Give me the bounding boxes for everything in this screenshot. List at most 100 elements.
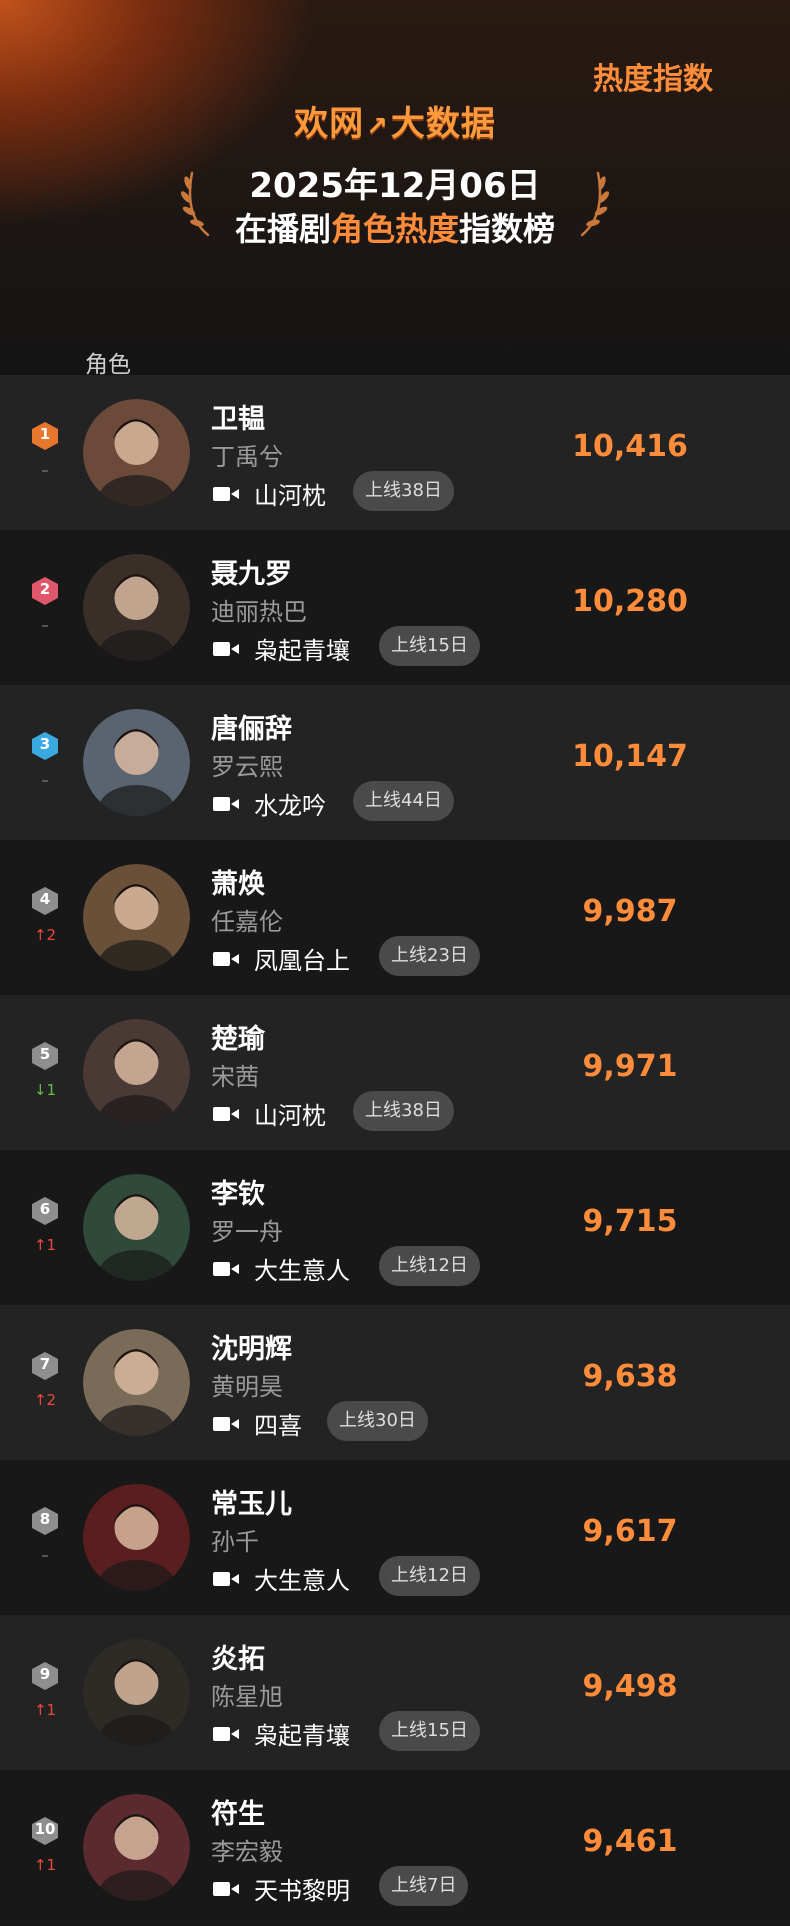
character-name: 沈明辉 (211, 1334, 292, 1365)
ranking-row[interactable]: 7 ↑2 沈明辉黄明昊四喜 上线30日 9,638 (0, 1305, 790, 1460)
heat-index: 9,461 (582, 1824, 678, 1859)
ranking-row[interactable]: 4 ↑2 萧焕 任嘉伦 凤凰台上 上线23日 9,987 (0, 840, 790, 995)
heat-index: 10,147 (572, 739, 688, 774)
days-online-badge: 上线38日 (353, 1091, 454, 1131)
drama-title[interactable]: 山河枕 (254, 476, 326, 511)
rank-number: 5 (39, 1045, 51, 1063)
video-camera-icon (213, 1262, 239, 1276)
avatar (83, 709, 190, 816)
heat-index: 9,971 (582, 1049, 678, 1084)
rank-change-arrow-icon: ↑ (33, 1856, 47, 1874)
rank-number: 4 (39, 890, 51, 908)
rank-change-value: – (41, 771, 49, 789)
ranking-row[interactable]: 2 – 聂九罗迪丽热巴枭起青壤 上线15日 10,280 (0, 530, 790, 685)
drama-title[interactable]: 枭起青壤 (254, 1716, 350, 1751)
ranking-row[interactable]: 8 – 常玉儿 孙千 大生意人 上线12日 9,617 (0, 1460, 790, 1615)
rank-change-value: 2 (46, 1391, 57, 1409)
rank-change-value: – (41, 1546, 49, 1564)
character-name: 萧焕 (211, 869, 265, 900)
rank-change-arrow-icon: ↓ (33, 1081, 47, 1099)
column-header-role: 角色 (85, 352, 131, 378)
days-online-badge: 上线30日 (327, 1401, 428, 1441)
actor-name: 黄明昊 (211, 1373, 283, 1401)
days-online-badge: 上线12日 (379, 1246, 480, 1286)
drama-title[interactable]: 天书黎明 (254, 1871, 350, 1906)
heat-index: 9,987 (582, 894, 678, 929)
character-name: 卫韫 (211, 404, 265, 435)
days-online-badge: 上线15日 (379, 626, 480, 666)
rank-change: ↑1 (28, 1236, 62, 1254)
character-name: 聂九罗 (211, 559, 292, 590)
rank-change: – (28, 461, 62, 479)
actor-name: 罗一舟 (211, 1218, 283, 1246)
avatar (83, 1794, 190, 1901)
ranking-row[interactable]: 9 ↑1 炎拓 陈星旭 枭起青壤 上线15日 9,498 (0, 1615, 790, 1770)
avatar (83, 1174, 190, 1281)
rank-change-value: 1 (46, 1081, 57, 1099)
ranking-row[interactable]: 1 – 卫韫 丁禹兮 山河枕 上线38日 10,416 (0, 375, 790, 530)
video-camera-icon (213, 1572, 239, 1586)
video-camera-icon (213, 797, 239, 811)
actor-name: 孙千 (211, 1528, 259, 1556)
title-post: 指数榜 (459, 210, 556, 248)
rank-number: 6 (39, 1200, 51, 1218)
rank-number: 2 (39, 580, 51, 598)
rank-change-value: 1 (46, 1236, 57, 1254)
video-camera-icon (213, 1107, 239, 1121)
ranking-row[interactable]: 5 ↓1 楚瑜 宋茜 山河枕 上线38日 9,971 (0, 995, 790, 1150)
days-online-badge: 上线44日 (353, 781, 454, 821)
avatar (83, 1329, 190, 1436)
rank-change: ↓1 (28, 1081, 62, 1099)
video-camera-icon (213, 1727, 239, 1741)
actor-name: 迪丽热巴 (211, 598, 307, 626)
rank-change: – (28, 771, 62, 789)
rank-number: 8 (39, 1510, 51, 1528)
character-name: 常玉儿 (211, 1489, 292, 1520)
drama-title[interactable]: 大生意人 (254, 1561, 350, 1596)
avatar (83, 1639, 190, 1746)
heat-index: 9,498 (582, 1669, 678, 1704)
ranking-row[interactable]: 10 ↑1 符生 李宏毅 天书黎明 上线7日 9,461 (0, 1770, 790, 1925)
rank-change-arrow-icon: ↑ (33, 926, 47, 944)
laurel-right-icon (580, 171, 610, 237)
drama-title[interactable]: 四喜 (254, 1406, 302, 1441)
heat-index: 9,638 (582, 1359, 678, 1394)
ranking-row[interactable]: 6 ↑1 李钦 罗一舟 大生意人 上线12日 9,715 (0, 1150, 790, 1305)
trend-arrow-icon: ↗ (366, 112, 389, 142)
drama-title[interactable]: 水龙吟 (254, 786, 326, 821)
rank-change: ↑1 (28, 1856, 62, 1874)
heat-index: 10,416 (572, 429, 688, 464)
header-banner: 欢网↗大数据 2025年12月06日 在播剧角色热度指数榜 角色 热度指数 (0, 0, 790, 378)
drama-title[interactable]: 山河枕 (254, 1096, 326, 1131)
actor-name: 李宏毅 (211, 1838, 283, 1866)
drama-title[interactable]: 大生意人 (254, 1251, 350, 1286)
days-online-badge: 上线7日 (379, 1866, 469, 1906)
rank-change-arrow-icon: ↑ (33, 1391, 47, 1409)
avatar (83, 399, 190, 506)
avatar (83, 1484, 190, 1591)
actor-name: 罗云熙 (211, 753, 283, 781)
character-name: 唐俪辞 (211, 714, 292, 745)
ranking-row[interactable]: 3 – 唐俪辞 罗云熙 水龙吟 上线44日 10,147 (0, 685, 790, 840)
video-camera-icon (213, 487, 239, 501)
column-header-heat: 热度指数 (593, 62, 713, 97)
video-camera-icon (213, 1882, 239, 1896)
rank-number: 7 (39, 1355, 51, 1373)
rank-change-value: – (41, 616, 49, 634)
actor-name: 陈星旭 (211, 1683, 283, 1711)
title-highlight: 角色热度 (330, 210, 459, 248)
rank-change-value: 1 (46, 1701, 57, 1719)
title-pre: 在播剧 (234, 210, 331, 248)
rank-number: 1 (39, 425, 51, 443)
days-online-badge: 上线23日 (379, 936, 480, 976)
drama-title[interactable]: 凤凰台上 (254, 941, 350, 976)
video-camera-icon (213, 952, 239, 966)
brand-left: 欢网 (294, 104, 365, 144)
heat-index: 10,280 (572, 584, 688, 619)
rank-number: 9 (39, 1665, 51, 1683)
drama-title[interactable]: 枭起青壤 (254, 631, 350, 666)
rank-change: – (28, 616, 62, 634)
actor-name: 丁禹兮 (211, 443, 283, 471)
heat-index: 9,617 (582, 1514, 678, 1549)
character-name: 楚瑜 (211, 1024, 265, 1055)
